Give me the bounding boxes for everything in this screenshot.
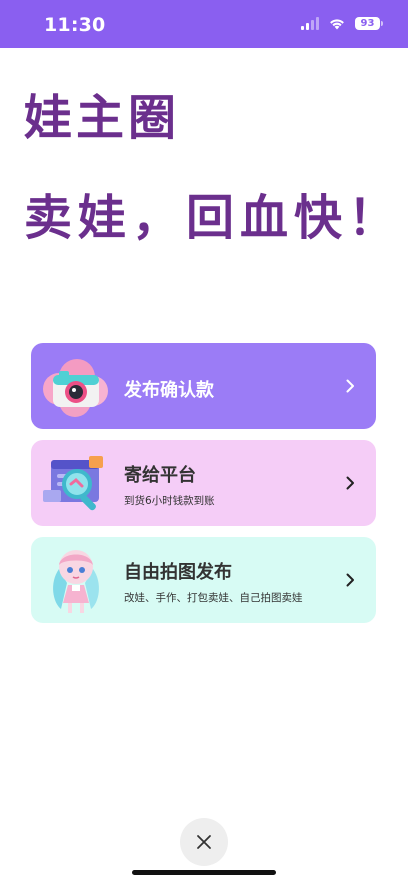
send-to-platform-subtitle: 到货6小时钱款到账 xyxy=(124,495,215,507)
magnifier-window-icon xyxy=(39,446,113,520)
pink-camera-icon xyxy=(39,349,113,423)
hero-slogan: 卖娃，回血快！ xyxy=(24,190,403,246)
publish-confirmed-title: 发布确认款 xyxy=(124,380,214,401)
status-icons: 93 xyxy=(301,17,383,30)
battery-icon: 93 xyxy=(355,17,383,30)
free-photo-publish-title: 自由拍图发布 xyxy=(124,562,232,583)
chevron-right-icon xyxy=(342,475,358,491)
hero-title: 娃主圈 xyxy=(24,90,181,146)
close-icon xyxy=(197,835,211,849)
send-to-platform-card[interactable]: 寄给平台 到货6小时钱款到账 xyxy=(31,440,376,526)
close-button[interactable] xyxy=(180,818,228,866)
doll-figure-icon xyxy=(39,543,113,617)
publish-confirmed-card[interactable]: 发布确认款 xyxy=(31,343,376,429)
free-photo-publish-subtitle: 改娃、手作、打包卖娃、自己拍图卖娃 xyxy=(124,592,303,604)
status-time: 11:30 xyxy=(44,14,106,36)
free-photo-publish-card[interactable]: 自由拍图发布 改娃、手作、打包卖娃、自己拍图卖娃 xyxy=(31,537,376,623)
status-bar: 11:30 93 xyxy=(0,0,408,48)
chevron-right-icon xyxy=(342,572,358,588)
chevron-right-icon xyxy=(342,378,358,394)
home-indicator xyxy=(132,870,276,875)
send-to-platform-title: 寄给平台 xyxy=(124,465,196,486)
cellular-signal-icon xyxy=(301,17,319,30)
wifi-icon xyxy=(330,19,344,30)
